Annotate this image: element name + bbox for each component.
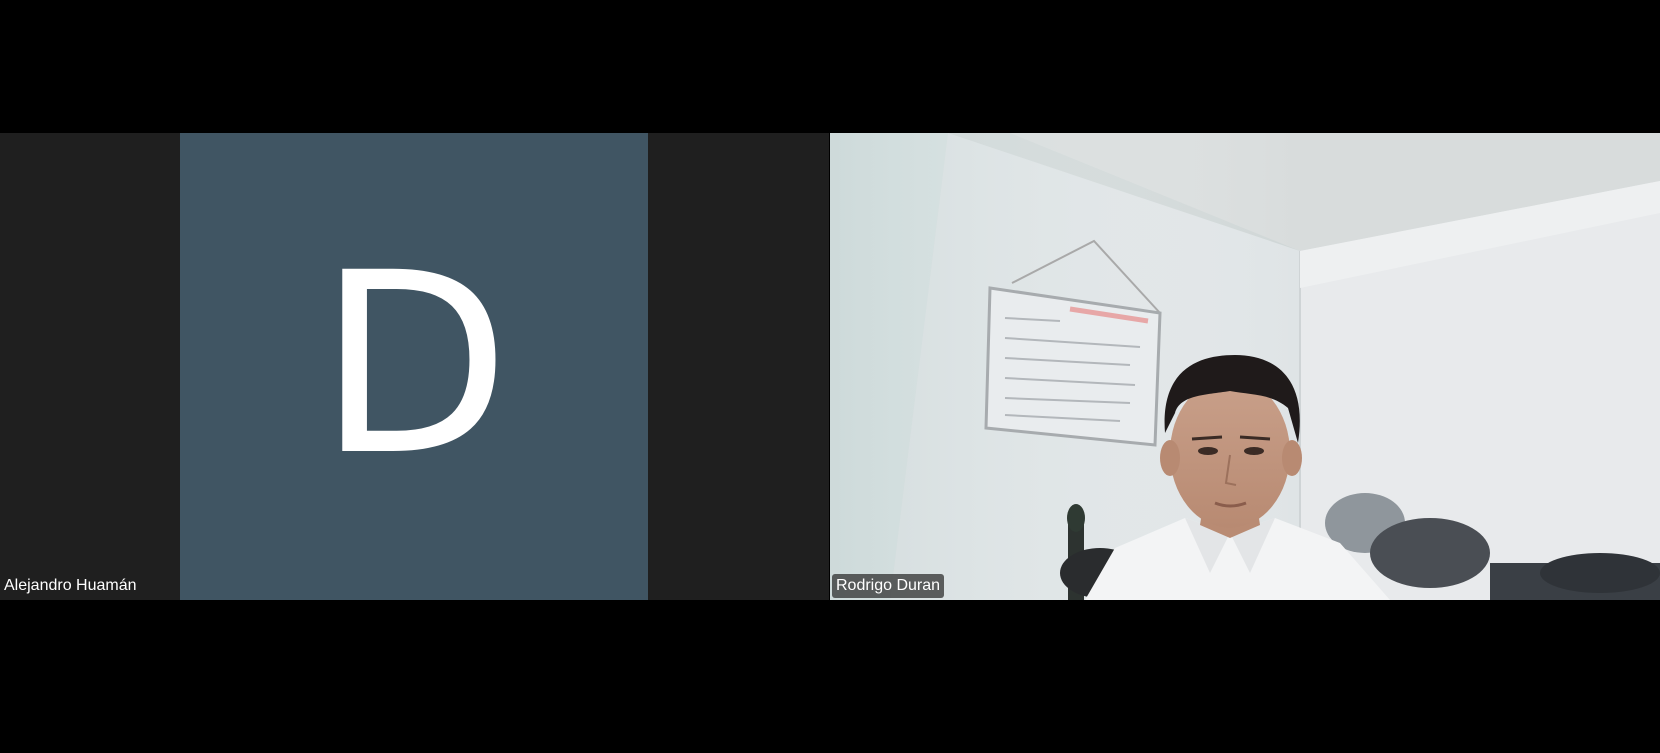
video-gallery: D Alejandro Huamán Rodrigo Duran <box>0 0 1660 753</box>
avatar: D <box>180 133 648 600</box>
participant-tile-rodrigo[interactable]: Rodrigo Duran <box>830 133 1660 600</box>
webcam-video-feed <box>830 133 1660 600</box>
avatar-initial: D <box>317 218 511 510</box>
participant-name-label: Rodrigo Duran <box>832 574 945 598</box>
participant-name-label: Alejandro Huamán <box>4 577 137 594</box>
participant-tile-alejandro[interactable]: D Alejandro Huamán <box>0 133 829 600</box>
